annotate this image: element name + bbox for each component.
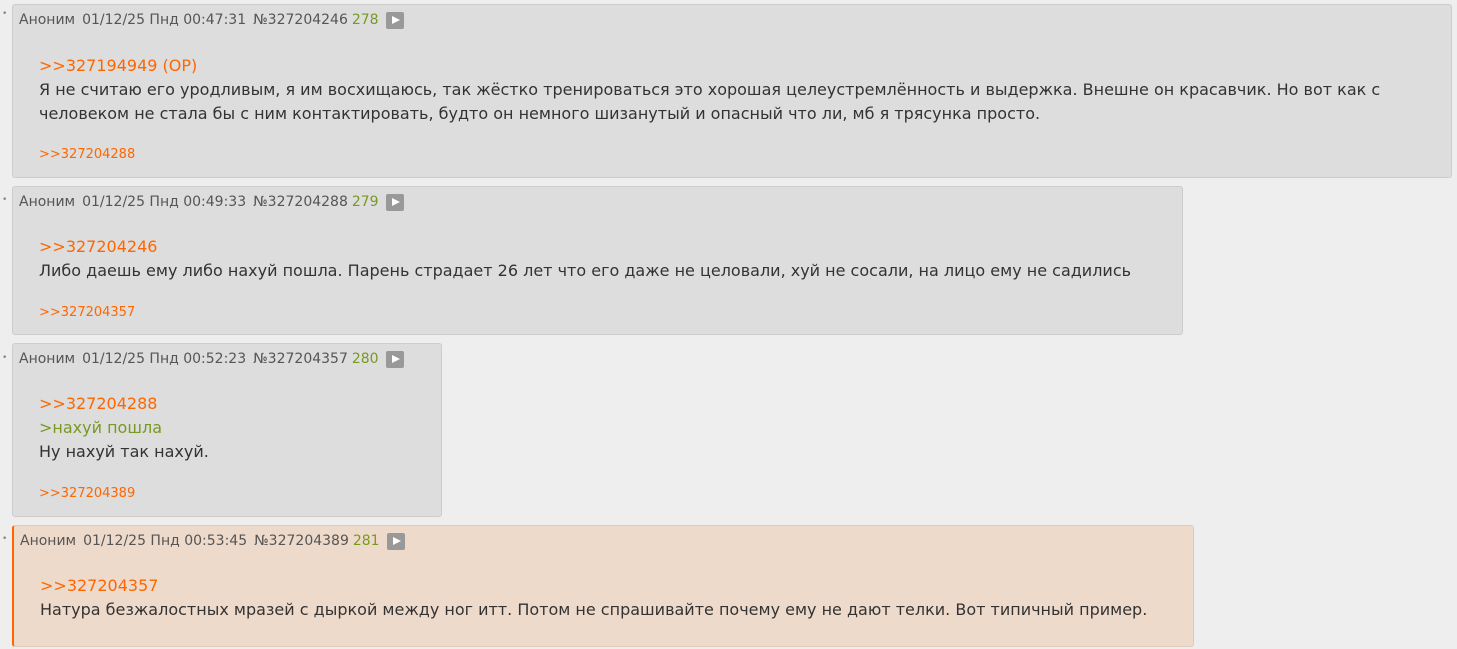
post-author: Аноним (19, 351, 76, 367)
post-text: Я не считаю его уродливым, я им восхищаю… (39, 80, 1381, 123)
post-highlighted: Аноним 01/12/25 Пнд 00:53:45 №327204389 … (12, 525, 1194, 647)
post-bullet: • (2, 534, 8, 544)
post-date: 01/12/25 Пнд 00:52:23 (82, 351, 247, 367)
thread: • Аноним 01/12/25 Пнд 00:47:31 №32720424… (0, 0, 1457, 649)
post-count: 281 (352, 533, 380, 549)
post-header: Аноним 01/12/25 Пнд 00:53:45 №327204389 … (20, 532, 412, 550)
post-bullet: • (2, 195, 8, 205)
reply-link[interactable]: >>327204357 (40, 574, 1185, 598)
post-text: Ну нахуй так нахуй. (39, 442, 209, 461)
greentext-quote: >нахуй пошла (39, 418, 163, 437)
post-body: >>327204246 Либо даешь ему либо нахуй по… (39, 235, 1174, 283)
post-number-link[interactable]: №327204357 (253, 351, 348, 367)
post-header: Аноним 01/12/25 Пнд 00:49:33 №327204288 … (19, 193, 411, 211)
post-header: Аноним 01/12/25 Пнд 00:52:23 №327204357 … (19, 350, 411, 368)
post-bullet: • (2, 353, 8, 363)
post-author: Аноним (20, 533, 77, 549)
post-count: 279 (351, 194, 379, 210)
reply-backlink[interactable]: >>327204389 (39, 486, 135, 501)
post-date: 01/12/25 Пнд 00:53:45 (83, 533, 248, 549)
reply-backlink[interactable]: >>327204288 (39, 147, 135, 162)
post-body: >>327204357 Натура безжалостных мразей с… (40, 574, 1185, 622)
play-icon[interactable] (385, 350, 404, 368)
post-author: Аноним (19, 194, 76, 210)
post-text: Натура безжалостных мразей с дыркой межд… (40, 600, 1148, 619)
post-body: >>327204288 >нахуй пошла Ну нахуй так на… (39, 392, 434, 464)
post: Аноним 01/12/25 Пнд 00:49:33 №327204288 … (12, 186, 1183, 335)
post-number-link[interactable]: №327204288 (253, 194, 348, 210)
post-author: Аноним (19, 12, 76, 28)
post: Аноним 01/12/25 Пнд 00:47:31 №327204246 … (12, 4, 1452, 178)
post-number-link[interactable]: №327204246 (253, 12, 348, 28)
post: Аноним 01/12/25 Пнд 00:52:23 №327204357 … (12, 343, 442, 517)
post-text: Либо даешь ему либо нахуй пошла. Парень … (39, 261, 1132, 280)
reply-link[interactable]: >>327194949 (OP) (39, 54, 1434, 78)
play-icon[interactable] (385, 193, 404, 211)
post-header: Аноним 01/12/25 Пнд 00:47:31 №327204246 … (19, 11, 411, 29)
reply-backlink[interactable]: >>327204357 (39, 305, 135, 320)
reply-link[interactable]: >>327204246 (39, 235, 1174, 259)
play-icon[interactable] (386, 532, 405, 550)
post-count: 278 (351, 12, 379, 28)
play-icon[interactable] (385, 11, 404, 29)
reply-link[interactable]: >>327204288 (39, 392, 434, 416)
post-date: 01/12/25 Пнд 00:49:33 (82, 194, 247, 210)
post-bullet: • (2, 9, 8, 19)
post-count: 280 (351, 351, 379, 367)
post-number-link[interactable]: №327204389 (254, 533, 349, 549)
post-body: >>327194949 (OP) Я не считаю его уродлив… (39, 54, 1434, 126)
post-date: 01/12/25 Пнд 00:47:31 (82, 12, 247, 28)
